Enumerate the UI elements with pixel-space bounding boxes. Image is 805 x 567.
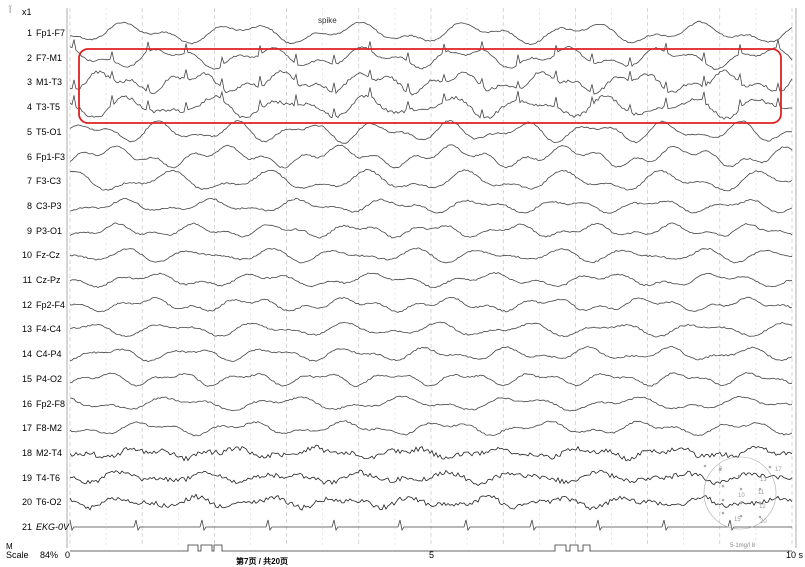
channel-number: 13	[21, 324, 32, 335]
channel-label[interactable]: M1-T3	[36, 77, 62, 87]
head-map-electrode	[721, 511, 725, 515]
gain-label: x1	[22, 7, 32, 17]
channel-number: 11	[22, 275, 32, 285]
channel-label[interactable]: F7-M1	[36, 53, 62, 63]
head-map-number: 11	[758, 490, 765, 496]
spike-annotation: spike	[318, 16, 337, 25]
channel-label[interactable]: Cz-Pz	[36, 275, 61, 285]
head-map-number: 17	[775, 467, 782, 473]
channel-number: 3	[26, 77, 32, 88]
eeg-viewer: 2 17 13 10 11 12 15 20 Ĩ x1 spike 1 Fp1-F7 2 F7-M1…	[0, 0, 805, 567]
channel-number: 2	[26, 52, 32, 63]
channel-label[interactable]: Fp1-F3	[36, 152, 65, 162]
channel-number: 7	[26, 176, 32, 187]
channel-number: 10	[21, 250, 32, 261]
head-map-number: 2	[719, 467, 723, 473]
channel-label[interactable]: T4-T6	[36, 473, 60, 483]
channel-number: 9	[26, 225, 32, 236]
channel-label[interactable]: C3-P3	[36, 201, 62, 211]
time-axis-start: 0	[65, 550, 71, 560]
channel-number: 12	[21, 299, 32, 310]
head-map-number: 13	[760, 477, 767, 483]
head-map-number: 10	[738, 493, 745, 499]
channel-number: 6	[26, 151, 32, 162]
channel-label[interactable]: Fp2-F8	[36, 399, 65, 409]
channel-label[interactable]: T6-O2	[36, 497, 62, 507]
channel-label[interactable]: T3-T5	[36, 102, 60, 112]
head-map-electrode	[721, 484, 725, 488]
gain-marker-icon: Ĩ	[9, 6, 12, 15]
channel-label[interactable]: P4-O2	[36, 374, 62, 384]
head-map-number: 15	[734, 517, 741, 523]
channel-label[interactable]: Fz-Cz	[36, 250, 60, 260]
montage-note: 5-1mg/l 8	[730, 543, 756, 549]
time-axis-end: 10 s	[786, 550, 804, 560]
head-map-number: 12	[759, 504, 766, 510]
eeg-trace-area: 2 17 13 10 11 12 15 20	[66, 8, 797, 552]
channel-number: 17	[21, 423, 32, 434]
channel-number: 8	[26, 200, 32, 211]
scale-value[interactable]: 84%	[40, 550, 58, 560]
page-indicator[interactable]: 第7页 / 共20页	[236, 556, 288, 567]
channel-label[interactable]: F8-M2	[36, 423, 62, 433]
channel-number: 19	[21, 472, 32, 483]
channel-number: 21	[21, 522, 32, 532]
head-map-electrode	[703, 464, 707, 468]
channel-number: 1	[26, 28, 32, 38]
head-map-number: 20	[760, 519, 767, 525]
channel-label[interactable]: M2-T4	[36, 448, 62, 458]
channel-label[interactable]: T5-O1	[36, 127, 62, 137]
head-map-electrode	[739, 501, 743, 505]
channel-number: 16	[21, 398, 32, 409]
channel-number: 18	[21, 447, 32, 458]
channel-number: 15	[21, 373, 32, 384]
channel-label[interactable]: C4-P4	[36, 349, 62, 359]
head-map-electrode	[768, 465, 772, 469]
head-map-electrode	[721, 498, 725, 502]
time-axis-mid: 5	[429, 550, 435, 560]
head-map-electrode	[737, 474, 741, 478]
channel-label[interactable]: Fp2-F4	[36, 300, 65, 310]
head-map-electrode	[739, 487, 743, 491]
channel-number: 20	[21, 497, 32, 508]
scale-label: Scale	[6, 550, 29, 560]
channel-number: 4	[26, 102, 32, 113]
channel-label[interactable]: P3-O1	[36, 226, 62, 236]
channel-label[interactable]: EKG-0V	[36, 522, 69, 532]
channel-number: 5	[26, 126, 32, 137]
channel-label[interactable]: F3-C3	[36, 176, 61, 186]
channel-number: 14	[21, 349, 32, 360]
channel-label[interactable]: F4-C4	[36, 324, 61, 334]
head-map-electrode	[758, 515, 762, 519]
channel-label[interactable]: Fp1-F7	[36, 28, 65, 38]
